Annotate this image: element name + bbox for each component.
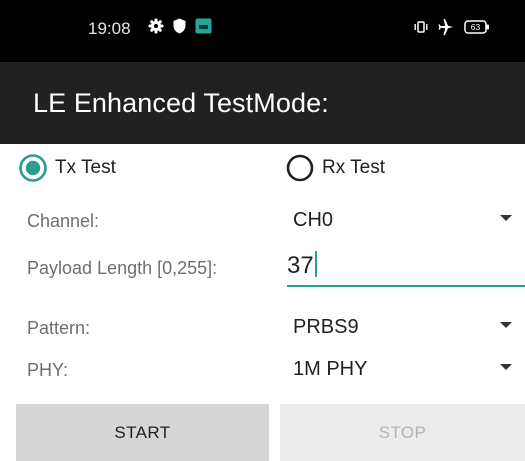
phy-value: 1M PHY [293, 358, 368, 380]
radio-tx-test[interactable]: Tx Test [18, 151, 116, 185]
battery-level: 63 [471, 22, 481, 32]
pattern-dropdown[interactable]: PRBS9 [278, 309, 518, 345]
channel-dropdown[interactable]: CH0 [278, 202, 518, 238]
chevron-down-icon [500, 322, 512, 328]
chevron-down-icon [500, 364, 512, 370]
radio-rx-test[interactable]: Rx Test [285, 151, 385, 185]
status-right-icons: 63 [414, 18, 490, 40]
phy-dropdown[interactable]: 1M PHY [278, 351, 518, 387]
vibrate-icon [414, 20, 428, 39]
payload-length-input[interactable]: 37 [287, 243, 525, 287]
airplane-mode-icon [437, 18, 455, 40]
pattern-label: Pattern: [27, 318, 91, 338]
chevron-down-icon [500, 215, 512, 221]
app-bar: LE Enhanced TestMode: [0, 62, 525, 144]
status-left-icons [148, 18, 212, 39]
status-bar: 19:08 63 [0, 0, 525, 62]
battery-icon: 63 [464, 19, 490, 39]
stop-button[interactable]: STOP [280, 404, 525, 461]
gear-icon [148, 18, 164, 39]
radio-rx-label: Rx Test [322, 157, 386, 178]
radio-tx-label: Tx Test [55, 157, 116, 178]
payload-length-label: Payload Length [0,255]: [27, 258, 218, 278]
radio-unselected-icon [286, 154, 314, 182]
channel-value: CH0 [293, 209, 334, 231]
payload-length-value: 37 [287, 252, 314, 279]
text-cursor [314, 251, 317, 277]
app-notification-icon [195, 18, 212, 39]
phy-label: PHY: [27, 360, 69, 380]
channel-label: Channel: [27, 211, 100, 231]
start-button[interactable]: START [16, 404, 269, 461]
pattern-value: PRBS9 [293, 316, 359, 338]
payload-length-value-wrap: 37 [287, 251, 317, 280]
app-title: LE Enhanced TestMode: [33, 88, 329, 118]
radio-selected-icon [19, 154, 47, 182]
shield-icon [173, 18, 186, 39]
status-time: 19:08 [88, 19, 131, 38]
